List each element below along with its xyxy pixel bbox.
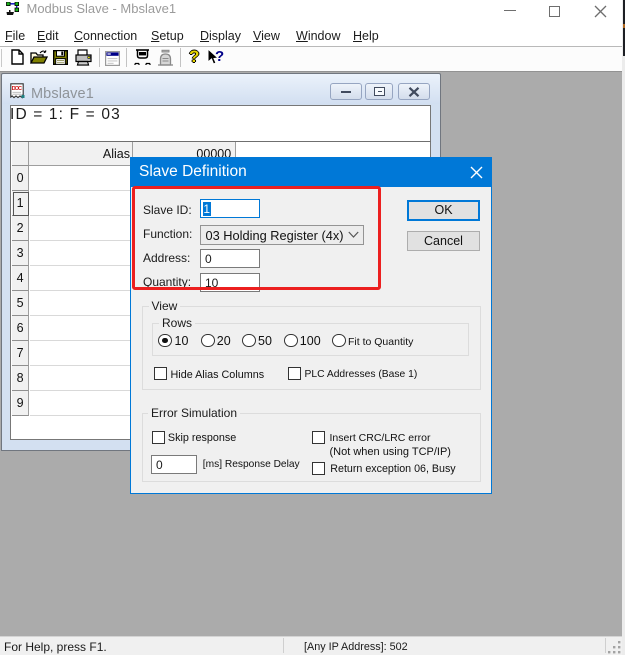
svg-text:DOC: DOC (12, 86, 23, 92)
